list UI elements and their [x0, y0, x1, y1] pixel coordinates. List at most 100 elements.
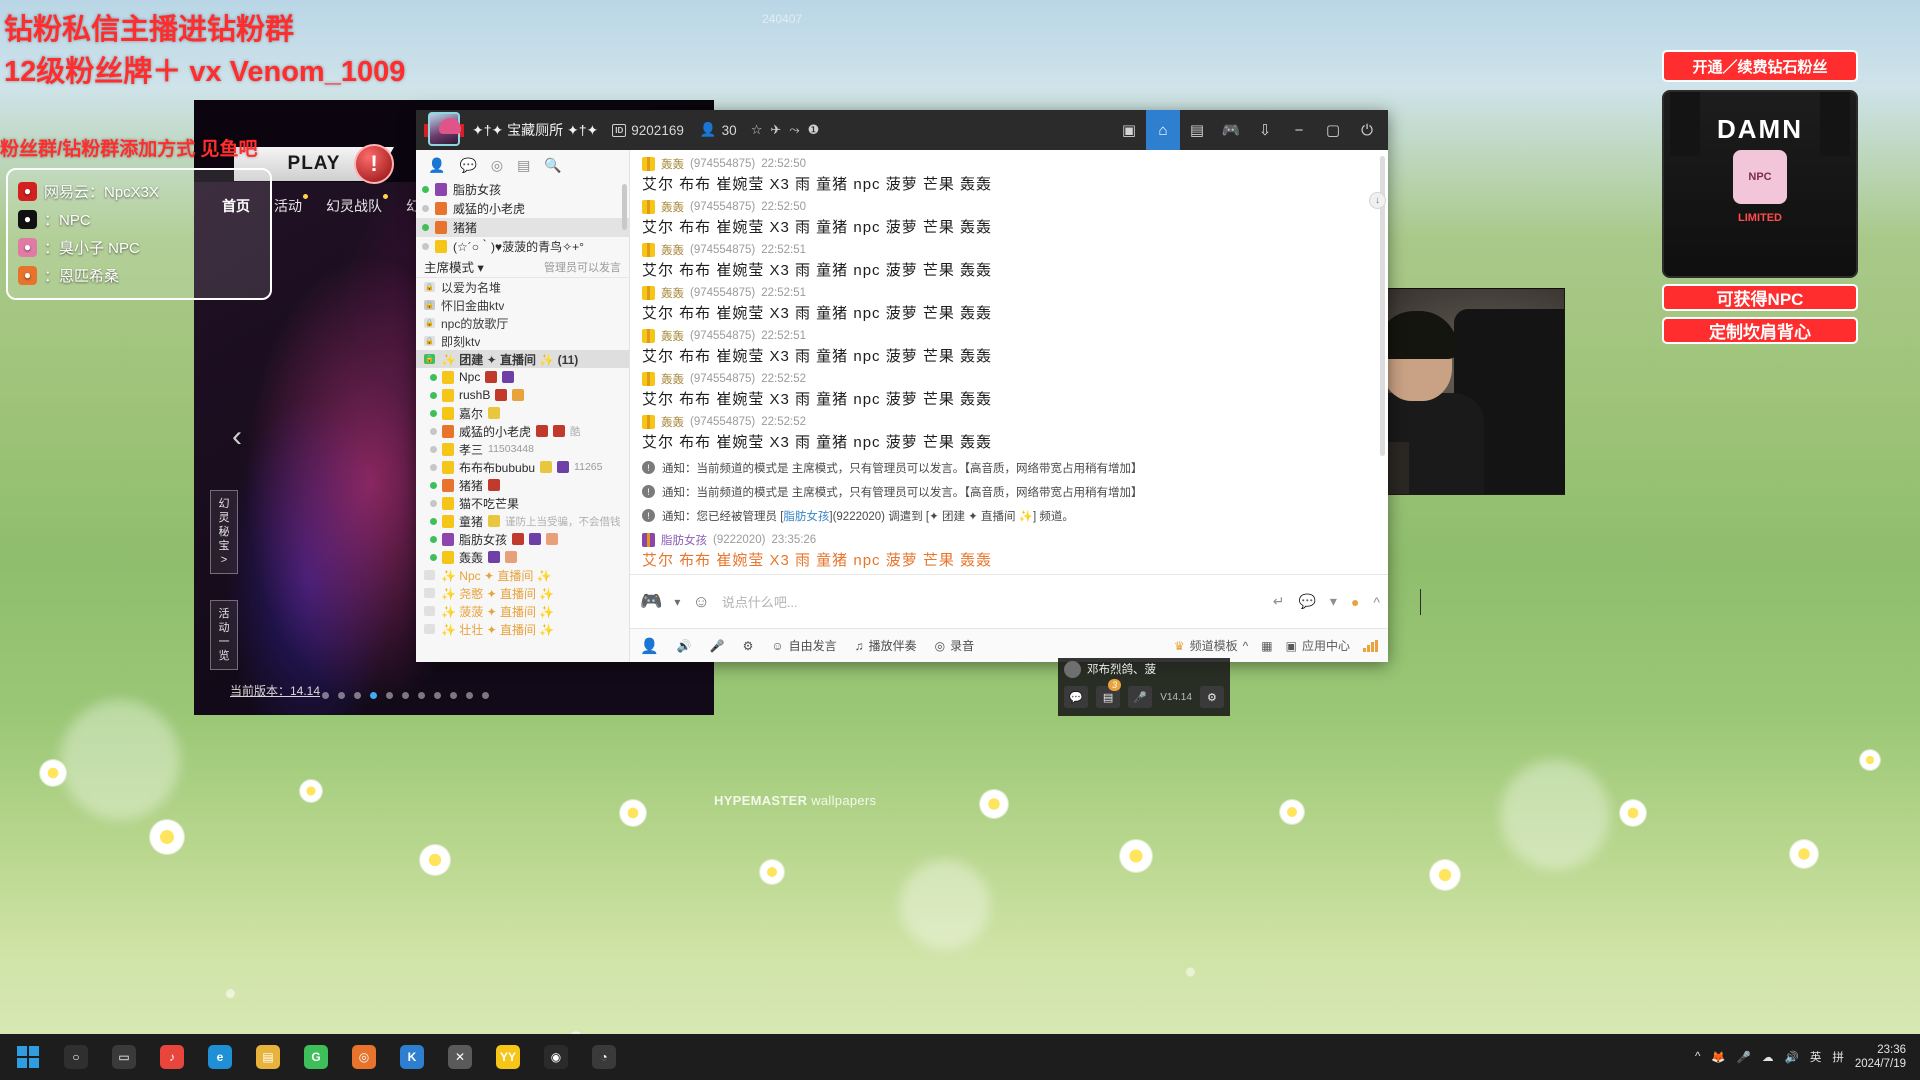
emoji-text-icon[interactable]: ☺ — [692, 592, 709, 612]
app-yy-icon[interactable]: YY — [484, 1034, 532, 1080]
carousel-dot[interactable] — [466, 692, 473, 699]
cloud-icon[interactable]: ☁ — [1762, 1050, 1774, 1064]
board-icon[interactable]: ▤ — [1180, 110, 1214, 150]
app-dark-icon[interactable]: ◉ — [532, 1034, 580, 1080]
equalizer-icon[interactable]: ⚙ — [743, 639, 754, 653]
app-penguin-icon[interactable]: ◔ — [580, 1034, 628, 1080]
download-icon[interactable]: ⇩ — [1248, 110, 1282, 150]
member-item[interactable]: rushB — [416, 386, 629, 404]
member-item[interactable]: 威猛的小老虎 酷 — [416, 422, 629, 440]
app-g-icon[interactable]: G — [292, 1034, 340, 1080]
sub-channel-item[interactable]: ✨ 壮壮 ✦ 直播间 ✨ — [416, 620, 629, 638]
sub-channel-item[interactable]: ✨ 尧憨 ✦ 直播间 ✨ — [416, 584, 629, 602]
composer-right-icons[interactable]: ↵ 💬 ▾ ● ^ — [1273, 593, 1380, 610]
free-speak-button[interactable]: ☺ 自由发言 — [771, 637, 836, 654]
ime-pin-label[interactable]: 拼 — [1832, 1049, 1844, 1065]
channel-template-button[interactable]: ♛ 频道模板 ^ — [1174, 637, 1248, 654]
member-item[interactable]: 嘉尔 — [416, 404, 629, 422]
message-sender[interactable]: 轰轰 — [661, 371, 684, 387]
settings-icon[interactable]: ⚙ — [1199, 686, 1225, 708]
im-left-panel[interactable]: 👤 💬 ◎ ▤ 🔍 脂肪女孩 威猛的小老虎 猪猪 (☆´○｀)♥菠菠的青鸟✧+° 主席… — [416, 150, 630, 662]
chevron-down-icon[interactable]: ▾ — [478, 261, 484, 275]
board-icon[interactable]: ▤ 3 — [1096, 679, 1122, 708]
chat-icon[interactable]: 💬 — [1064, 686, 1089, 708]
grid-icon[interactable]: ▦ — [1261, 639, 1272, 653]
group-item[interactable]: 脂肪女孩 — [416, 180, 629, 199]
comment-icon[interactable]: 💬 — [1298, 593, 1315, 610]
contact-icon[interactable]: 👤 — [428, 157, 445, 174]
mic-icon[interactable]: 🎤 — [710, 639, 725, 653]
airplane-icon[interactable]: ✈ — [770, 122, 781, 138]
member-list[interactable]: Npc rushB 嘉尔 威猛的小老虎 酷孝三 11503448 布布布bububu 1126… — [416, 368, 629, 566]
carousel-dot[interactable] — [402, 692, 409, 699]
carousel-dot[interactable] — [450, 692, 457, 699]
start-button[interactable] — [4, 1034, 52, 1080]
member-item[interactable]: 布布布bububu 11265 — [416, 458, 629, 476]
channel-item[interactable]: 🔒 ✨ 团建 ✦ 直播间 ✨ (11) — [416, 350, 629, 368]
message-sender[interactable]: 轰轰 — [661, 285, 684, 301]
volume-icon[interactable]: 🔊 — [677, 639, 692, 653]
app-music-icon[interactable]: ♪ — [148, 1034, 196, 1080]
left-panel-scrollbar[interactable] — [622, 184, 627, 230]
taskbar[interactable]: ○ ▭ ♪ e ▤ G ◎ K ✕ YY ◉ ◔ ^ 🦊 🎤 ☁ 🔊 英 拼 23:36 2024/7… — [0, 1034, 1920, 1080]
member-item[interactable]: 轰轰 — [416, 548, 629, 566]
carousel-dot[interactable] — [322, 692, 329, 699]
taskview-icon[interactable]: ▭ — [100, 1034, 148, 1080]
member-item[interactable]: 猫不吃芒果 — [416, 494, 629, 512]
app-k-icon[interactable]: K — [388, 1034, 436, 1080]
side-button-treasure[interactable]: 幻灵秘宝 > — [210, 490, 238, 574]
app-folder-icon[interactable]: ▤ — [244, 1034, 292, 1080]
chevron-down-icon[interactable]: ▾ — [674, 595, 680, 609]
app-spiral-icon[interactable]: ◎ — [340, 1034, 388, 1080]
message-list[interactable]: 轰轰 (974554875) 22:52:50 艾尔 布布 崔婉莹 X3 雨 童猪 n… — [630, 150, 1388, 574]
sub-channel-item[interactable]: ✨ 菠菠 ✦ 直播间 ✨ — [416, 602, 629, 620]
member-item[interactable]: 脂肪女孩 — [416, 530, 629, 548]
chat-icon[interactable]: 💬 — [459, 157, 476, 174]
mic-icon[interactable]: 🎤 — [1128, 686, 1153, 708]
share-icon[interactable]: ⤳ — [789, 122, 799, 138]
game-nav-item-2[interactable]: 幻灵战队 — [326, 194, 388, 216]
notice-icon[interactable]: ▤ — [517, 157, 530, 174]
im-bottom-bar[interactable]: 👤 🔊 🎤 ⚙ ☺ 自由发言 ♫ 播放伴奏 ◎ 录音 ♛ 频道模板 ^ ▦ ▣ 应用中心 — [630, 628, 1388, 662]
channel-item[interactable]: 🔒 即刻ktv — [416, 332, 629, 350]
own-message-sender[interactable]: 脂肪女孩 — [661, 532, 707, 548]
mode-label[interactable]: 主席模式 ▾ — [424, 257, 484, 276]
enter-icon[interactable]: ↵ — [1273, 593, 1285, 610]
carousel-dot[interactable] — [434, 692, 441, 699]
bottom-bar-right[interactable]: ♛ 频道模板 ^ ▦ ▣ 应用中心 — [1174, 637, 1378, 654]
gamepad-icon[interactable]: 🎮 — [640, 591, 662, 612]
carousel-dot[interactable] — [338, 692, 345, 699]
channel-item[interactable]: 🔒 怀旧金曲ktv — [416, 296, 629, 314]
ime-en-label[interactable]: 英 — [1810, 1049, 1822, 1065]
mode-row[interactable]: 主席模式 ▾ 管理员可以发言 — [416, 256, 629, 278]
play-accompaniment-button[interactable]: ♫ 播放伴奏 — [855, 637, 917, 654]
message-sender[interactable]: 轰轰 — [661, 199, 684, 215]
group-list[interactable]: 脂肪女孩 威猛的小老虎 猪猪 (☆´○｀)♥菠菠的青鸟✧+° — [416, 180, 629, 256]
group-item[interactable]: (☆´○｀)♥菠菠的青鸟✧+° — [416, 237, 629, 256]
minimize-icon[interactable]: − — [1282, 110, 1316, 150]
carousel-dot[interactable] — [370, 692, 377, 699]
member-item[interactable]: Npc — [416, 368, 629, 386]
volume-icon[interactable]: 🔊 — [1785, 1050, 1799, 1064]
carousel-prev-icon[interactable]: ‹ — [232, 420, 242, 454]
channel-item[interactable]: 🔒 以爱为名堆 — [416, 278, 629, 296]
app-cross-icon[interactable]: ✕ — [436, 1034, 484, 1080]
speaker-avatar-icon[interactable]: 👤 — [640, 637, 659, 655]
room-avatar[interactable] — [424, 110, 464, 150]
titlebar-right-buttons[interactable]: ▣ ⌂ ▤ 🎮 ⇩ − ▢ ⏻ — [1112, 110, 1384, 150]
signal-icon[interactable] — [1363, 639, 1378, 652]
side-button-activity[interactable]: 活动一览 — [210, 600, 238, 670]
mini-player-buttons[interactable]: 💬 ▤ 3 🎤 V14.14 ⚙ — [1058, 679, 1230, 714]
message-sender[interactable]: 轰轰 — [661, 156, 684, 172]
chevron-down-icon[interactable]: ▾ — [1330, 593, 1337, 610]
carousel-dots[interactable] — [322, 692, 489, 699]
message-sender[interactable]: 轰轰 — [661, 328, 684, 344]
power-icon[interactable]: ⏻ — [1350, 110, 1384, 150]
carousel-dot[interactable] — [354, 692, 361, 699]
member-item[interactable]: 猪猪 — [416, 476, 629, 494]
message-sender[interactable]: 轰轰 — [661, 414, 684, 430]
member-item[interactable]: 童猪 谨防上当受骗，不会借钱 — [416, 512, 629, 530]
system-tray[interactable]: ^ 🦊 🎤 ☁ 🔊 英 拼 23:36 2024/7/19 — [1695, 1043, 1916, 1071]
channel-item[interactable]: 🔒 npc的放歌厅 — [416, 314, 629, 332]
message-sender[interactable]: 轰轰 — [661, 242, 684, 258]
